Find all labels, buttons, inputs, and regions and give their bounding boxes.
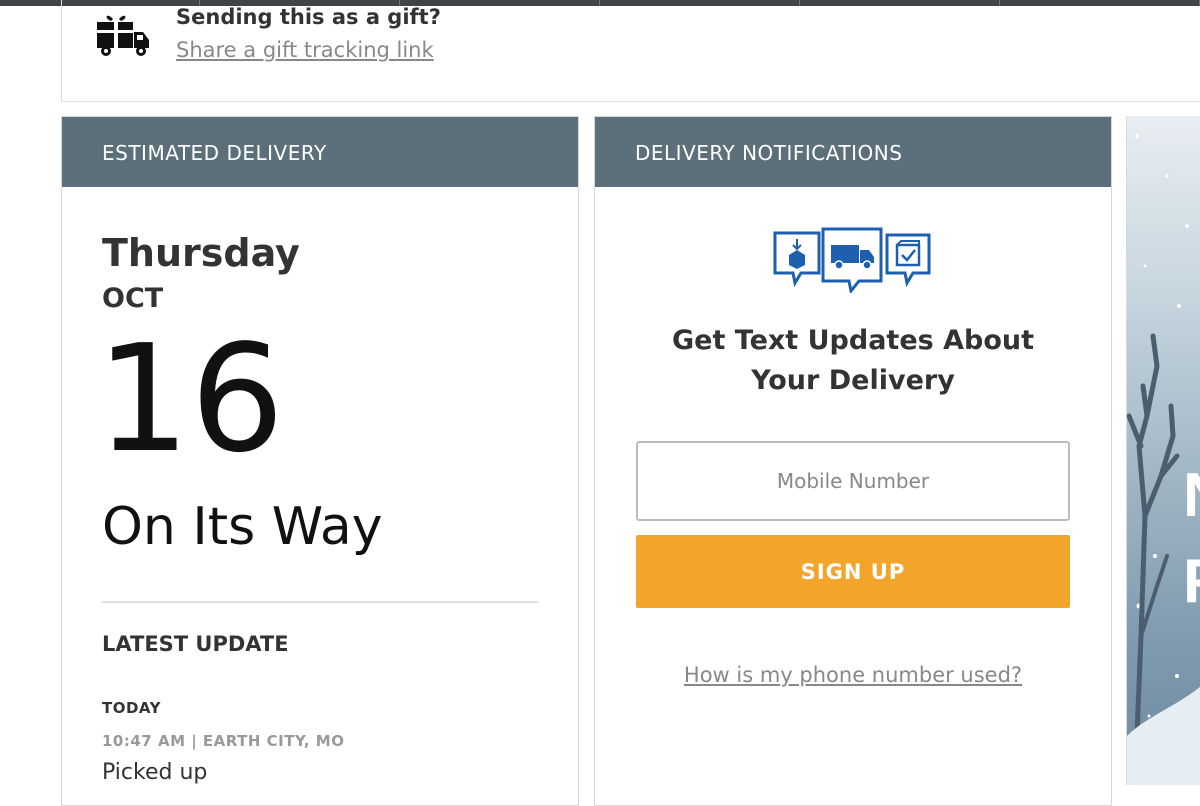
- delivery-notifications-card: DELIVERY NOTIFICATIONS Get Text Updates …: [594, 116, 1112, 806]
- gift-banner: Sending this as a gift? Share a gift tra…: [61, 0, 1200, 102]
- update-day: TODAY: [102, 699, 161, 717]
- delivery-month: OCT: [102, 283, 164, 314]
- delivery-status: On Its Way: [102, 497, 383, 557]
- svg-text:F: F: [1183, 547, 1200, 616]
- latest-update-label: LATEST UPDATE: [102, 632, 289, 656]
- delivery-day: 16: [96, 313, 285, 485]
- update-time-location: 10:47 AM | EARTH CITY, MO: [102, 732, 345, 750]
- gift-tracking-link[interactable]: Share a gift tracking link: [176, 38, 434, 62]
- text-updates-heading-line1: Get Text Updates About: [671, 325, 1035, 356]
- svg-text:N: N: [1183, 461, 1200, 530]
- promo-banner[interactable]: N F: [1126, 116, 1200, 785]
- delivery-notification-icons: [773, 227, 931, 293]
- winter-scene-image: N F: [1127, 134, 1200, 785]
- phone-number-usage-link[interactable]: How is my phone number used?: [595, 663, 1111, 687]
- divider: [102, 601, 538, 603]
- delivery-notifications-header: DELIVERY NOTIFICATIONS: [595, 117, 1111, 187]
- estimated-delivery-header: ESTIMATED DELIVERY: [62, 117, 578, 187]
- sign-up-button[interactable]: SIGN UP: [636, 535, 1070, 608]
- gift-truck-icon: [97, 15, 149, 56]
- gift-title: Sending this as a gift?: [176, 5, 441, 29]
- estimated-delivery-card: ESTIMATED DELIVERY Thursday OCT 16 On It…: [61, 116, 579, 806]
- delivery-weekday: Thursday: [102, 231, 300, 275]
- mobile-number-input[interactable]: [636, 441, 1070, 521]
- update-event: Picked up: [102, 760, 208, 785]
- text-updates-heading-line2: Your Delivery: [751, 365, 955, 396]
- text-updates-heading: Get Text Updates About Your Delivery: [595, 321, 1111, 401]
